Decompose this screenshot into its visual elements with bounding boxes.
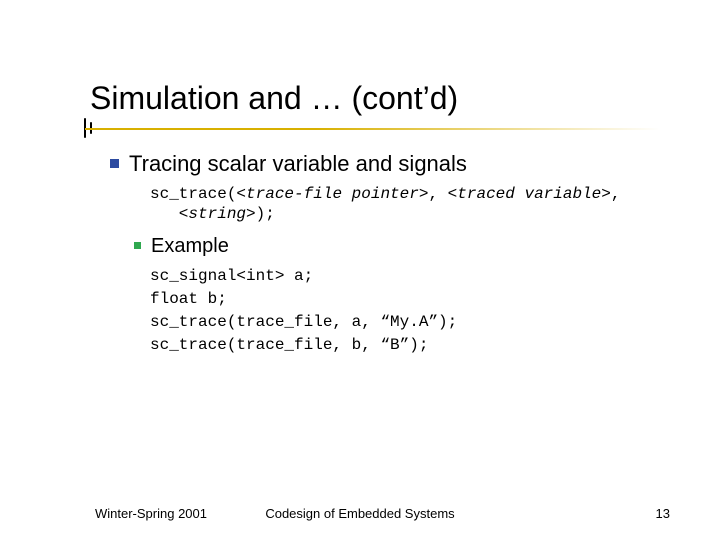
code-example: sc_signal<int> a; float b; sc_trace(trac… [150, 265, 670, 358]
square-bullet-small-icon [134, 242, 141, 249]
slide-title: Simulation and … (cont’d) [90, 80, 660, 117]
title-underline [85, 128, 660, 130]
slide-body: Tracing scalar variable and signals sc_t… [110, 150, 670, 357]
bullet-level1: Tracing scalar variable and signals [110, 150, 670, 178]
code-sc-trace-signature: sc_trace(<trace-file pointer>, <traced v… [150, 184, 670, 224]
bullet-l1-text: Tracing scalar variable and signals [129, 150, 467, 178]
footer-center: Codesign of Embedded Systems [0, 506, 720, 521]
bullet-level2: Example [134, 234, 670, 259]
bullet-l2-text: Example [151, 234, 229, 259]
footer-page-number: 13 [656, 506, 670, 521]
square-bullet-icon [110, 159, 119, 168]
